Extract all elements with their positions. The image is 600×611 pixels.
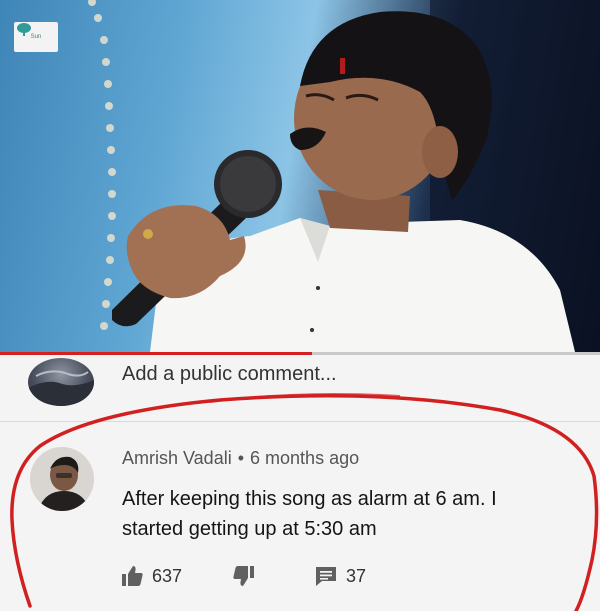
comment-author-avatar[interactable] <box>30 447 94 511</box>
comment-author-avatar-image <box>30 447 94 511</box>
current-user-avatar <box>28 358 94 406</box>
like-button[interactable]: 637 <box>120 564 182 588</box>
current-user-avatar-image <box>28 370 94 406</box>
reply-button[interactable]: 37 <box>314 564 366 588</box>
comment-text: After keeping this song as alarm at 6 am… <box>122 488 497 540</box>
thumbs-down-icon <box>233 566 254 586</box>
like-count: 637 <box>152 565 183 586</box>
reply-count: 37 <box>346 565 367 586</box>
add-comment-input[interactable]: Add a public comment... <box>122 363 337 386</box>
dislike-button[interactable] <box>232 564 256 588</box>
channel-logo: Sun <box>14 22 58 52</box>
comment-author-name[interactable]: Amrish Vadali <box>122 448 232 468</box>
video-frame[interactable]: Sun <box>0 0 600 352</box>
comment-separator: • <box>237 448 245 468</box>
video-still <box>88 0 600 352</box>
comment-timestamp[interactable]: 6 months ago <box>250 448 359 468</box>
comment-icon <box>316 567 336 586</box>
thumbs-up-icon <box>122 566 143 586</box>
comment-header: Amrish Vadali • 6 months ago <box>122 448 359 469</box>
stage-beads <box>88 0 116 330</box>
channel-logo-icon <box>17 23 31 36</box>
